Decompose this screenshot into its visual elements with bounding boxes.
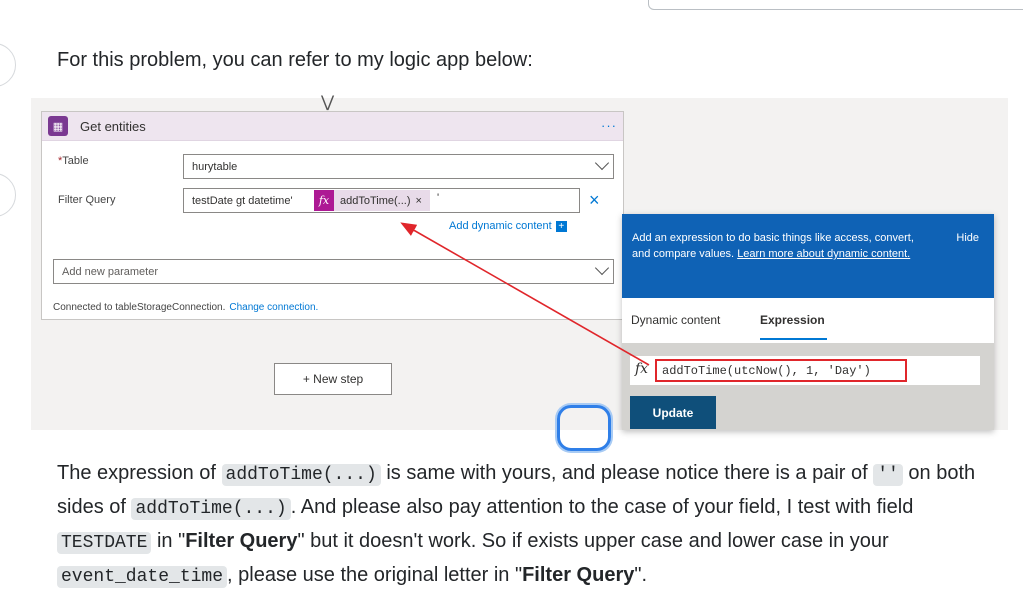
- expression-row: fx addToTime(utcNow(), 1, 'Day'): [630, 356, 980, 385]
- hide-button[interactable]: Hide: [956, 230, 979, 246]
- new-step-button[interactable]: + New step: [274, 363, 392, 395]
- card-title: Get entities: [80, 118, 146, 134]
- more-options-icon[interactable]: ···: [601, 118, 617, 133]
- connection-info: Connected to tableStorageConnection. Chan…: [53, 302, 318, 313]
- flow-arrow-icon: ⋁: [321, 94, 335, 111]
- para-text-6: " but it doesn't work. So if exists uppe…: [297, 530, 889, 552]
- fx-icon: fx: [635, 361, 649, 377]
- dynamic-content-panel: Add an expression to do basic things lik…: [622, 214, 994, 430]
- chevron-down-icon: [594, 260, 610, 276]
- token-remove-icon[interactable]: ×: [416, 195, 422, 207]
- add-parameter-placeholder: Add new parameter: [62, 266, 158, 278]
- inline-code-1: addToTime(...): [221, 464, 381, 486]
- card-header[interactable]: ▦ Get entities ···: [42, 112, 623, 141]
- panel-tabs: Dynamic content Expression: [622, 298, 994, 343]
- filter-query-prefix: testDate gt datetime': [192, 195, 293, 207]
- answer-paragraph: The expression of addToTime(...) is same…: [57, 457, 1007, 593]
- para-text-7: , please use the original letter in ": [227, 564, 523, 586]
- change-connection-link[interactable]: Change connection.: [229, 302, 318, 313]
- chevron-down-icon: [594, 155, 610, 171]
- table-label: *Table: [58, 155, 89, 167]
- token-label: addToTime(...): [340, 194, 411, 207]
- clear-filter-icon[interactable]: ×: [589, 190, 600, 211]
- expression-token[interactable]: fx addToTime(...) ×: [314, 190, 430, 211]
- intro-text: For this problem, you can refer to my lo…: [57, 49, 533, 71]
- tab-expression[interactable]: Expression: [760, 313, 825, 327]
- logic-app-screenshot: ⋁ ▦ Get entities ··· *Table hurytable Fi…: [31, 94, 1008, 430]
- inline-code-4: TESTDATE: [57, 532, 152, 554]
- expression-area: fx addToTime(utcNow(), 1, 'Day') Update: [622, 343, 994, 430]
- active-tab-indicator: [760, 338, 827, 340]
- table-storage-icon: ▦: [48, 116, 68, 136]
- fx-icon: fx: [314, 190, 334, 211]
- expression-input[interactable]: addToTime(utcNow(), 1, 'Day'): [655, 359, 907, 382]
- learn-more-link[interactable]: Learn more about dynamic content.: [737, 248, 910, 260]
- para-text-1: The expression of: [57, 462, 222, 484]
- add-dynamic-content-text: Add dynamic content: [449, 220, 552, 232]
- vote-circle-top[interactable]: [0, 43, 16, 87]
- vote-circle-bottom[interactable]: [0, 173, 16, 217]
- tab-dynamic-content[interactable]: Dynamic content: [631, 313, 720, 327]
- filter-query-input[interactable]: testDate gt datetime' fx addToTime(...) …: [183, 188, 580, 213]
- banner-text-block: Add an expression to do basic things lik…: [632, 230, 932, 262]
- table-select[interactable]: hurytable: [183, 154, 614, 179]
- para-text-5: in ": [151, 530, 186, 552]
- table-select-value: hurytable: [192, 161, 238, 173]
- filter-query-label: Filter Query: [58, 194, 116, 206]
- bold-text-2: Filter Query: [522, 564, 635, 586]
- focus-ring: [557, 405, 611, 451]
- para-text-8: ".: [634, 564, 648, 586]
- bold-text-1: Filter Query: [185, 530, 298, 552]
- add-parameter-select[interactable]: Add new parameter: [53, 259, 614, 284]
- update-button[interactable]: Update: [630, 396, 716, 429]
- inline-code-5: event_date_time: [57, 566, 228, 588]
- para-text-4: . And please also pay attention to the c…: [290, 496, 914, 518]
- filter-query-suffix: ': [437, 192, 440, 204]
- para-text-2: is same with yours, and please notice th…: [380, 462, 874, 484]
- expression-banner: Add an expression to do basic things lik…: [622, 214, 994, 298]
- table-label-text: Table: [62, 155, 89, 167]
- inline-code-3: addToTime(...): [131, 498, 291, 520]
- get-entities-card: ▦ Get entities ··· *Table hurytable Filt…: [41, 111, 624, 320]
- search-box-edge[interactable]: [648, 0, 1023, 10]
- inline-code-2: '': [873, 464, 903, 486]
- add-dynamic-content-link[interactable]: Add dynamic content +: [449, 220, 567, 232]
- connection-text: Connected to tableStorageConnection.: [53, 302, 226, 313]
- plus-icon: +: [555, 221, 567, 232]
